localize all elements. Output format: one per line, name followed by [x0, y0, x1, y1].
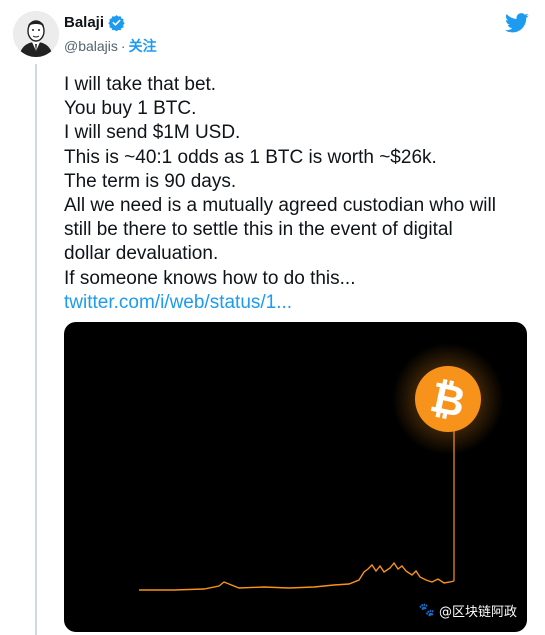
watermark: 🐾 @区块链阿政: [419, 601, 517, 620]
tweet-line: dollar devaluation.: [64, 243, 219, 265]
price-line: [139, 561, 455, 591]
author-row: Balaji: [64, 14, 125, 31]
watermark-text: @区块链阿政: [438, 605, 517, 620]
avatar[interactable]: [13, 11, 59, 57]
tweet-line: You buy 1 BTC.: [64, 98, 197, 120]
tweet-text: I will take that bet. You buy 1 BTC. I w…: [64, 73, 534, 315]
follow-button[interactable]: 关注: [129, 36, 157, 56]
author-name[interactable]: Balaji: [64, 14, 104, 31]
paw-icon: 🐾: [418, 603, 435, 618]
tweet-link[interactable]: twitter.com/i/web/status/1...: [64, 291, 534, 315]
tweet-media-image[interactable]: ₿ 🐾 @区块链阿政: [64, 322, 527, 632]
tweet-line: I will send $1M USD.: [64, 122, 241, 144]
tweet-line: The term is 90 days.: [64, 170, 237, 192]
tweet-line: If someone knows how to do this...: [64, 267, 356, 289]
tweet-line: I will take that bet.: [64, 74, 217, 95]
bitcoin-price-graphic: ₿: [139, 343, 504, 591]
twitter-bird-icon[interactable]: [505, 12, 529, 34]
handle-row: @balajis · 关注: [64, 36, 157, 56]
avatar-portrait: [13, 11, 59, 57]
separator-dot: ·: [120, 38, 126, 54]
tweet-line: still be there to settle this in the eve…: [64, 219, 453, 241]
verified-badge-icon: [108, 15, 125, 31]
tweet-line: This is ~40:1 odds as 1 BTC is worth ~$2…: [64, 146, 437, 168]
thread-line: [35, 64, 37, 635]
tweet-line: All we need is a mutually agreed custodi…: [64, 195, 496, 217]
tweet-card: Balaji @balajis · 关注 I will take that be…: [0, 0, 545, 635]
author-handle[interactable]: @balajis: [64, 38, 118, 54]
